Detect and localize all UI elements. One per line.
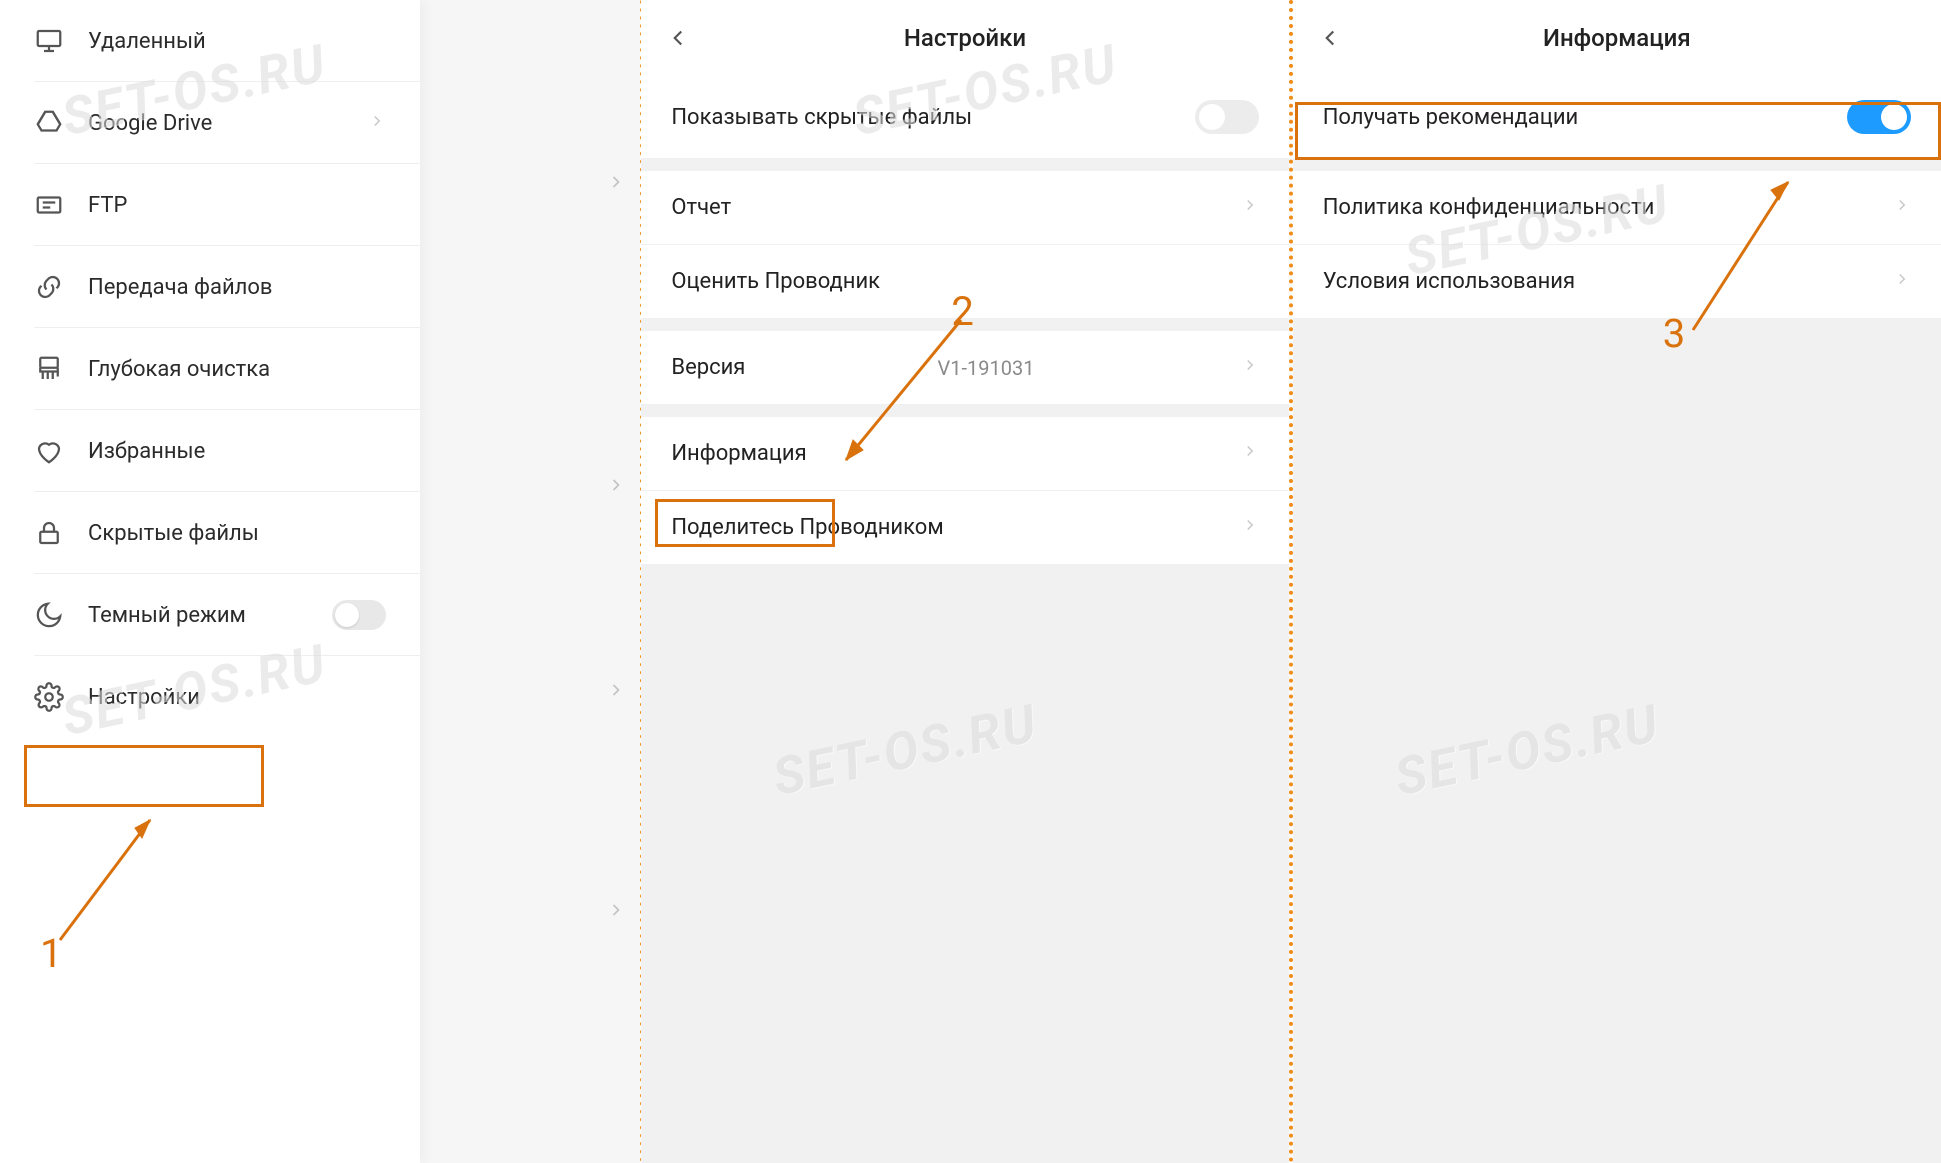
moon-icon — [34, 600, 64, 630]
chevron-right-icon — [1241, 515, 1259, 540]
watermark: SET-OS.RU — [768, 693, 1043, 808]
darkmode-toggle[interactable] — [332, 600, 386, 630]
chevron-right-icon — [1241, 355, 1259, 380]
row-share[interactable]: Поделитесь Проводником — [641, 491, 1288, 565]
header-settings: Настройки — [641, 0, 1288, 76]
row-terms[interactable]: Условия использования — [1293, 245, 1941, 319]
watermark: SET-OS.RU — [1389, 693, 1664, 808]
back-icon[interactable] — [1317, 25, 1343, 51]
header-title: Информация — [1543, 24, 1691, 52]
chevron-right-icon[interactable] — [606, 900, 626, 920]
sidebar-item-darkmode[interactable]: Темный режим — [0, 574, 420, 656]
row-label: Политика конфиденциальности — [1323, 195, 1655, 220]
row-show-hidden-files[interactable]: Показывать скрытые файлы — [641, 76, 1288, 159]
row-version[interactable]: Версия V1-191031 — [641, 331, 1288, 405]
panel-settings: Настройки Показывать скрытые файлы Отчет… — [641, 0, 1288, 1163]
sidebar-item-label: FTP — [88, 193, 127, 218]
lock-icon — [34, 518, 64, 548]
annotation-number-3: 3 — [1663, 310, 1685, 357]
chevron-right-icon — [1893, 195, 1911, 220]
sidebar-item-ftp[interactable]: FTP — [0, 164, 420, 246]
row-label: Информация — [671, 441, 806, 466]
sidebar-item-label: Темный режим — [88, 603, 246, 628]
monitor-icon — [34, 26, 64, 56]
sidebar-item-deepclean[interactable]: Глубокая очистка — [0, 328, 420, 410]
file-grid-background — [420, 0, 640, 1163]
row-label: Оценить Проводник — [671, 269, 880, 294]
chevron-right-icon — [1241, 195, 1259, 220]
clean-icon — [34, 354, 64, 384]
sidebar-item-remote[interactable]: Удаленный — [0, 0, 420, 82]
row-recommendations[interactable]: Получать рекомендации — [1293, 76, 1941, 159]
sidebar-item-label: Google Drive — [88, 111, 212, 136]
chevron-right-icon[interactable] — [606, 172, 626, 192]
header-title: Настройки — [904, 24, 1026, 52]
hidden-files-toggle[interactable] — [1195, 100, 1259, 134]
chevron-right-icon[interactable] — [606, 680, 626, 700]
row-label: Получать рекомендации — [1323, 105, 1579, 130]
sidebar-item-label: Передача файлов — [88, 275, 273, 300]
sidebar-item-label: Настройки — [88, 685, 200, 710]
annotation-number-2: 2 — [951, 288, 973, 335]
sidebar-item-label: Глубокая очистка — [88, 357, 270, 382]
row-label: Условия использования — [1323, 269, 1575, 294]
heart-icon — [34, 436, 64, 466]
annotation-number-1: 1 — [40, 930, 62, 977]
row-label: Версия — [671, 355, 745, 380]
back-icon[interactable] — [665, 25, 691, 51]
sidebar-item-settings[interactable]: Настройки — [0, 656, 420, 738]
panel-file-manager: Удаленный Google Drive FTP Передача файл… — [0, 0, 637, 1163]
sidebar-drawer: Удаленный Google Drive FTP Передача файл… — [0, 0, 420, 1163]
version-value: V1-191031 — [938, 356, 1049, 380]
row-label: Отчет — [671, 195, 731, 220]
row-privacy[interactable]: Политика конфиденциальности — [1293, 171, 1941, 245]
chevron-right-icon[interactable] — [606, 475, 626, 495]
sidebar-item-transfer[interactable]: Передача файлов — [0, 246, 420, 328]
sidebar-item-label: Избранные — [88, 439, 205, 464]
sidebar-item-favorites[interactable]: Избранные — [0, 410, 420, 492]
sidebar-item-label: Удаленный — [88, 29, 206, 54]
row-report[interactable]: Отчет — [641, 171, 1288, 245]
sidebar-item-hidden[interactable]: Скрытые файлы — [0, 492, 420, 574]
chevron-right-icon — [368, 111, 386, 136]
header-information: Информация — [1293, 0, 1941, 76]
sidebar-item-gdrive[interactable]: Google Drive — [0, 82, 420, 164]
row-label: Поделитесь Проводником — [671, 515, 943, 540]
panel-information: Информация Получать рекомендации Политик… — [1293, 0, 1941, 1163]
gear-icon — [34, 682, 64, 712]
row-information[interactable]: Информация — [641, 417, 1288, 491]
recommendations-toggle[interactable] — [1847, 100, 1911, 134]
gdrive-icon — [34, 108, 64, 138]
link-icon — [34, 272, 64, 302]
chevron-right-icon — [1241, 441, 1259, 466]
sidebar-item-label: Скрытые файлы — [88, 521, 259, 546]
ftp-icon — [34, 190, 64, 220]
chevron-right-icon — [1893, 269, 1911, 294]
row-label: Показывать скрытые файлы — [671, 105, 972, 130]
